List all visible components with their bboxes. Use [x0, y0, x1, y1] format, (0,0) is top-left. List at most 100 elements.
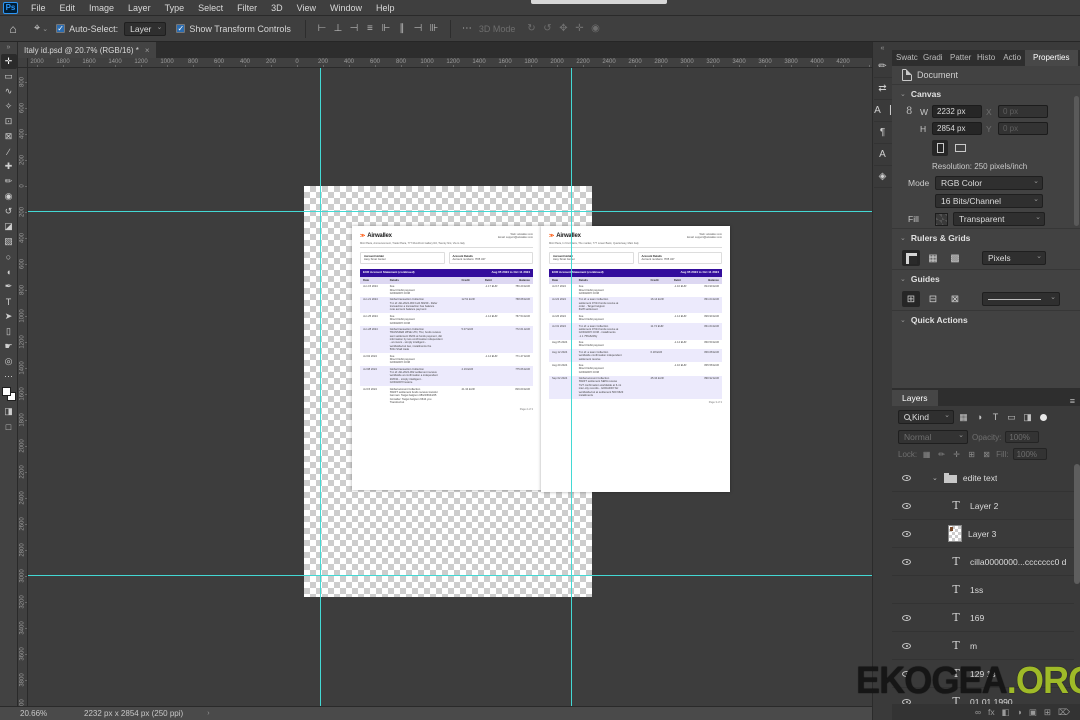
- marquee-tool[interactable]: ▭: [1, 69, 17, 84]
- layer-row[interactable]: ⌄ T 169: [892, 604, 1074, 632]
- layer-row[interactable]: ⌄ T m: [892, 632, 1074, 660]
- menu-item[interactable]: Type: [158, 0, 192, 16]
- distribute-left-icon[interactable]: ⊩: [378, 23, 394, 34]
- menu-item[interactable]: Help: [369, 0, 402, 16]
- guide-horizontal-bottom[interactable]: [28, 575, 872, 576]
- align-right-icon[interactable]: ⊣: [346, 23, 362, 34]
- panel-tab[interactable]: Histo: [973, 50, 999, 66]
- menu-item[interactable]: File: [24, 0, 53, 16]
- brush-tool[interactable]: ✏: [1, 174, 17, 189]
- eraser-tool[interactable]: ◪: [1, 219, 17, 234]
- distribute-center-icon[interactable]: ∥: [394, 23, 410, 34]
- portrait-orientation-button[interactable]: [932, 140, 948, 156]
- clone-source-icon[interactable]: ⇄: [873, 78, 892, 100]
- dodge-tool[interactable]: ◖: [1, 264, 17, 279]
- quick-actions-section-header[interactable]: ⌄ Quick Actions: [892, 310, 1080, 329]
- path-select-tool[interactable]: ➤: [1, 309, 17, 324]
- status-chevron-icon[interactable]: ›: [207, 710, 209, 717]
- screen-mode-icon[interactable]: □: [1, 419, 17, 434]
- delete-layer-icon[interactable]: ⌦: [1058, 707, 1070, 718]
- panel-tab[interactable]: Properties: [1025, 50, 1078, 66]
- zoom-tool[interactable]: ◎: [1, 354, 17, 369]
- menu-item[interactable]: Window: [323, 0, 369, 16]
- layer-group-icon[interactable]: ▣: [1029, 707, 1037, 718]
- panel-tab[interactable]: Gradi: [919, 50, 946, 66]
- guide-style-dropdown[interactable]: [982, 292, 1060, 306]
- new-layer-icon[interactable]: ⊞: [1044, 707, 1051, 718]
- vertical-ruler[interactable]: 800 600 400 200 0 200 400 600 800 1000 1200 1400 160…: [18, 68, 28, 706]
- character-panel-icon[interactable]: A⎹: [873, 100, 892, 122]
- visibility-toggle[interactable]: [898, 587, 914, 593]
- gradient-tool[interactable]: ▧: [1, 234, 17, 249]
- layer-mask-icon[interactable]: ◧: [1002, 707, 1010, 718]
- quick-mask-icon[interactable]: ◨: [1, 404, 17, 419]
- layer-row[interactable]: ⌄ T Layer 3: [892, 520, 1074, 548]
- layer-row[interactable]: ⌄ T edite text: [892, 464, 1074, 492]
- more-options-icon[interactable]: ⋯: [459, 23, 475, 34]
- type-tool[interactable]: T: [1, 294, 17, 309]
- statement-page-2[interactable]: ≫ Airwallex Web: airwallex.com Email: su…: [541, 226, 730, 492]
- visibility-toggle[interactable]: [898, 642, 914, 649]
- menu-item[interactable]: Edit: [53, 0, 83, 16]
- menu-item[interactable]: Layer: [121, 0, 158, 16]
- align-left-icon[interactable]: ⊢: [314, 23, 330, 34]
- lock-artboard-icon[interactable]: ⊞: [966, 450, 977, 459]
- healing-brush-tool[interactable]: ✚: [1, 159, 17, 174]
- lock-all-icon[interactable]: ⊠: [981, 450, 992, 459]
- libraries-panel-icon[interactable]: ◈: [873, 166, 892, 188]
- foreground-color-swatch[interactable]: [1, 387, 11, 396]
- adjustment-layer-icon[interactable]: ◑: [1017, 707, 1022, 717]
- clone-stamp-tool[interactable]: ◉: [1, 189, 17, 204]
- zoom-level[interactable]: 20.66%: [20, 709, 70, 718]
- fill-swatch[interactable]: [935, 212, 948, 226]
- frame-tool[interactable]: ⊠: [1, 129, 17, 144]
- hand-tool[interactable]: ☛: [1, 339, 17, 354]
- clear-guides-button[interactable]: ⊠: [946, 291, 964, 307]
- blur-tool[interactable]: ○: [1, 249, 17, 264]
- distribute-vertical-icon[interactable]: ⊪: [426, 23, 442, 34]
- foreground-background-colors[interactable]: [1, 387, 16, 401]
- close-icon[interactable]: ×: [145, 46, 150, 55]
- auto-select-checkbox[interactable]: ✓: [56, 24, 66, 33]
- height-field[interactable]: 2854 px: [932, 122, 982, 135]
- menu-item[interactable]: Image: [82, 0, 121, 16]
- rulers-grids-section-header[interactable]: ⌄ Rulers & Grids: [892, 228, 1080, 247]
- align-center-h-icon[interactable]: ⊥: [330, 23, 346, 34]
- move-tool[interactable]: ✛: [0, 54, 17, 69]
- layer-row[interactable]: ⌄ T 1ss: [892, 576, 1074, 604]
- lock-pixels-icon[interactable]: ✏: [936, 450, 947, 459]
- toggle-rulers-button[interactable]: [902, 250, 920, 266]
- menu-item[interactable]: 3D: [264, 0, 290, 16]
- link-layers-icon[interactable]: ∞: [975, 707, 981, 717]
- lock-position-icon[interactable]: ✛: [951, 450, 962, 459]
- guide-vertical-left[interactable]: [320, 68, 321, 706]
- filter-smart-icon[interactable]: ◨: [1021, 412, 1034, 423]
- group-expand-icon[interactable]: ⌄: [932, 474, 938, 482]
- panel-tab[interactable]: Patter: [946, 50, 973, 66]
- toggle-pixel-grid-button[interactable]: ▩: [946, 250, 964, 266]
- home-icon[interactable]: ⌂: [0, 22, 26, 36]
- align-justify-icon[interactable]: ≡: [362, 23, 378, 34]
- width-field[interactable]: 2232 px: [932, 105, 982, 118]
- distribute-right-icon[interactable]: ⊣: [410, 23, 426, 34]
- visibility-toggle[interactable]: [898, 530, 914, 537]
- menu-item[interactable]: Filter: [230, 0, 264, 16]
- document-tab[interactable]: Italy id.psd @ 20.7% (RGB/16) * ×: [18, 42, 156, 58]
- horizontal-ruler[interactable]: 2000 1800 1600 1400 1200 1000 800 600 400 200 0 200…: [28, 58, 872, 68]
- menu-item[interactable]: View: [290, 0, 323, 16]
- fill-dropdown[interactable]: Transparent: [953, 212, 1045, 226]
- visibility-toggle[interactable]: [898, 502, 914, 509]
- layer-row[interactable]: ⌄ T cilla0000000...ccccccc0 d: [892, 548, 1074, 576]
- ruler-units-dropdown[interactable]: Pixels: [982, 251, 1046, 265]
- paragraph-panel-icon[interactable]: ¶: [873, 122, 892, 144]
- filter-pixel-icon[interactable]: ▦: [957, 412, 970, 423]
- properties-scrollbar[interactable]: [1074, 96, 1079, 226]
- menu-item[interactable]: Select: [191, 0, 230, 16]
- show-transform-checkbox[interactable]: ✓: [176, 24, 186, 33]
- eyedropper-tool[interactable]: ∕: [1, 144, 17, 159]
- toggle-guides-button[interactable]: ⊞: [902, 291, 920, 307]
- layers-tab[interactable]: Layers: [892, 390, 938, 406]
- link-dimensions-icon[interactable]: 8: [906, 106, 912, 117]
- panel-tab[interactable]: Swatc: [892, 50, 919, 66]
- quick-selection-tool[interactable]: ✧: [1, 99, 17, 114]
